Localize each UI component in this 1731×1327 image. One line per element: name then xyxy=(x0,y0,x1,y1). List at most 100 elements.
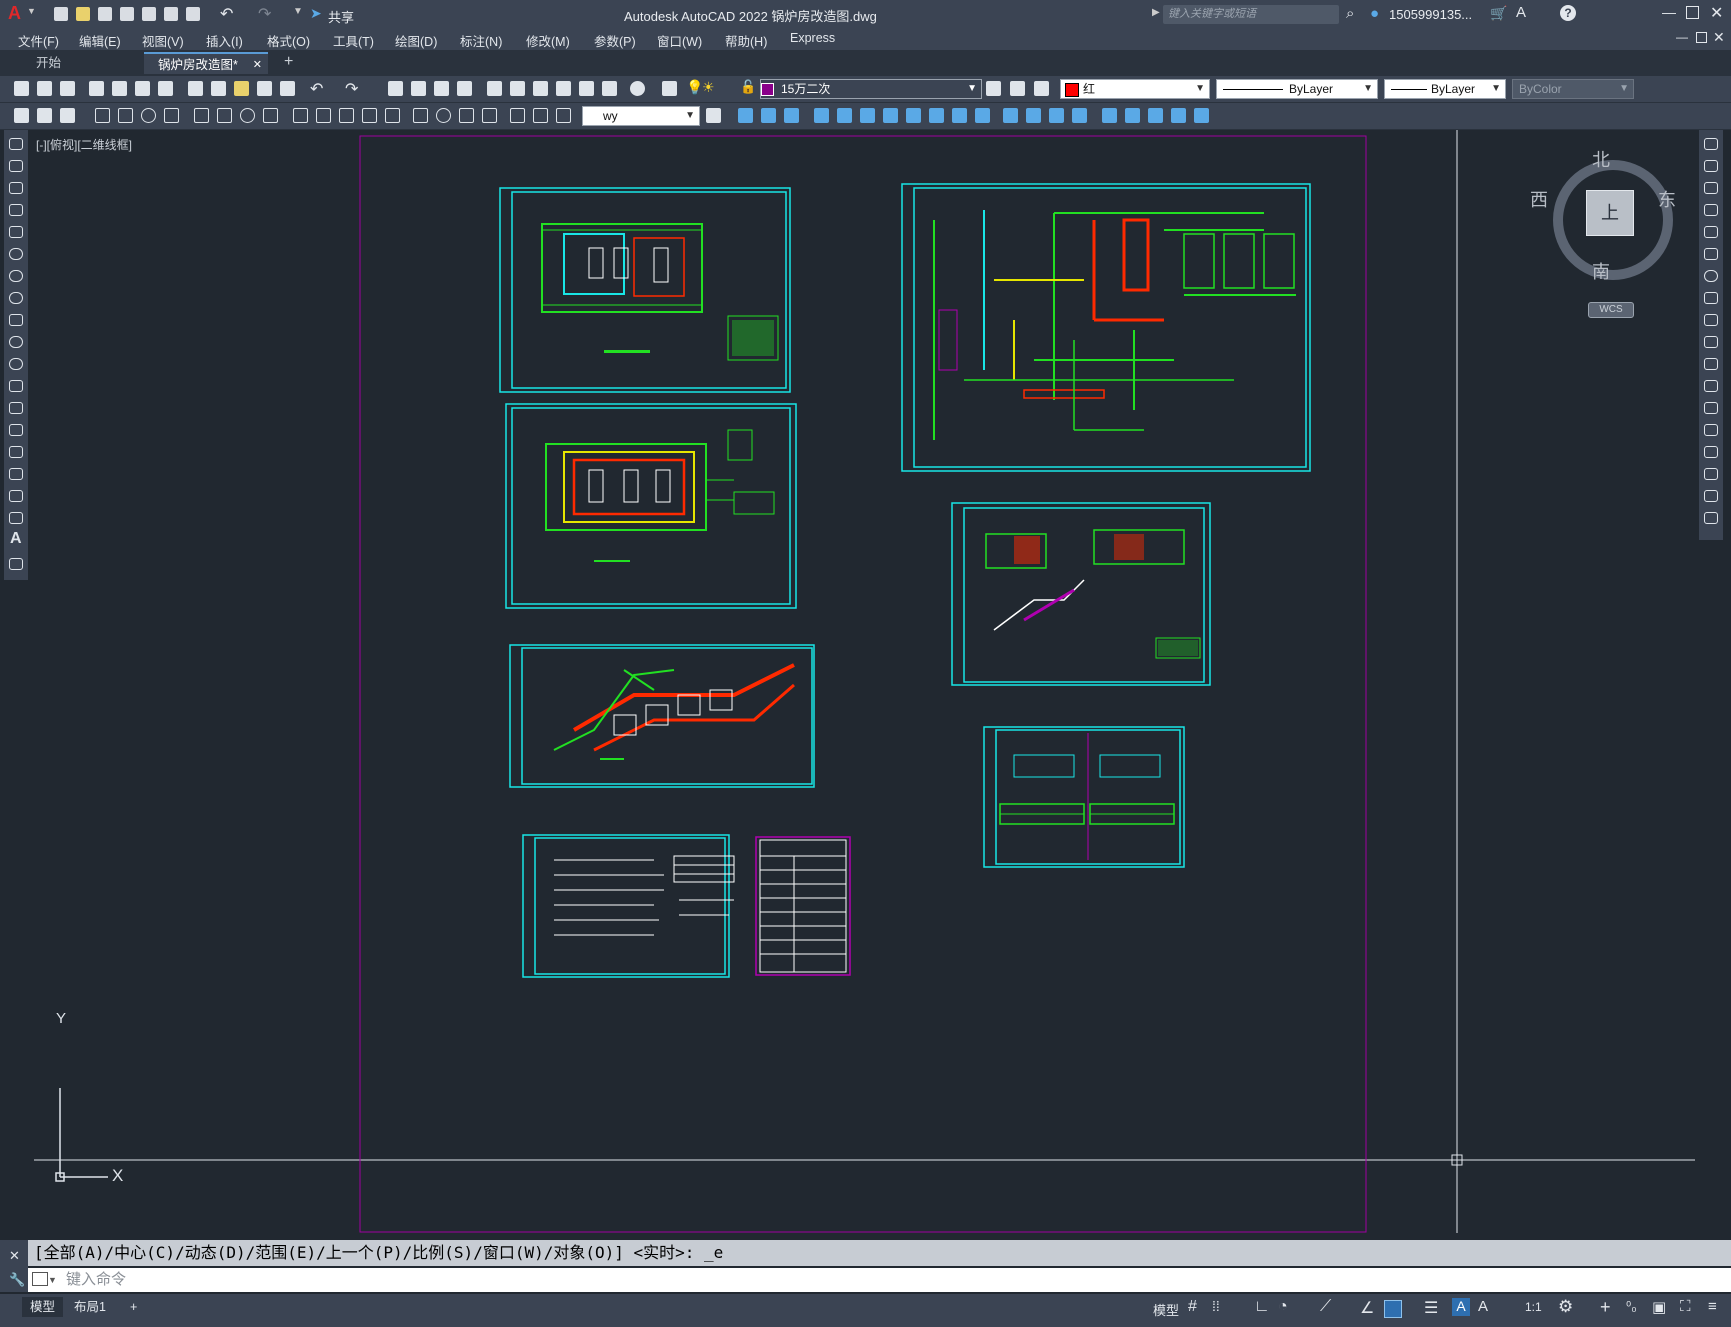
line-icon[interactable] xyxy=(9,138,23,150)
gradient-icon[interactable] xyxy=(9,468,23,480)
color-dropdown[interactable]: 红 ▼ xyxy=(1060,79,1210,99)
properties-icon[interactable] xyxy=(487,81,502,96)
ordinate-dim-icon[interactable] xyxy=(164,108,179,123)
revcloud-icon[interactable] xyxy=(9,292,23,304)
radius-dim-icon[interactable] xyxy=(194,108,209,123)
add-selected-icon[interactable] xyxy=(9,558,23,570)
app-menu-arrow-icon[interactable]: ▼ xyxy=(27,6,36,16)
modify-16-icon[interactable] xyxy=(1102,108,1117,123)
menu-modify[interactable]: 修改(M) xyxy=(526,31,570,50)
open-file-icon[interactable] xyxy=(76,7,90,21)
user-account-label[interactable]: 1505999135... xyxy=(1389,7,1472,22)
doc-minimize-icon[interactable]: — xyxy=(1676,30,1688,44)
polygon-icon[interactable] xyxy=(9,204,23,216)
modify-3-icon[interactable] xyxy=(784,108,799,123)
blend-icon[interactable] xyxy=(1704,490,1718,502)
clean-screen-icon[interactable]: ⛶ xyxy=(1680,1298,1691,1315)
sheet-set-icon[interactable] xyxy=(556,81,571,96)
linear-dim-icon[interactable] xyxy=(95,108,110,123)
command-input[interactable]: ▼ 键入命令 xyxy=(28,1268,1731,1292)
region-icon[interactable] xyxy=(9,490,23,502)
break-icon[interactable] xyxy=(1704,402,1718,414)
make-current-layer-icon[interactable] xyxy=(986,81,1001,96)
help-icon[interactable]: ? xyxy=(1560,5,1576,21)
modify-2-icon[interactable] xyxy=(761,108,776,123)
modify-6-icon[interactable] xyxy=(860,108,875,123)
polar-icon[interactable]: ◔ xyxy=(1278,1298,1288,1316)
command-prompt-icon[interactable] xyxy=(32,1272,48,1286)
menu-express[interactable]: Express xyxy=(790,31,835,45)
lineweight-dropdown[interactable]: ByLayer ▼ xyxy=(1384,79,1506,99)
annotation-visibility-icon[interactable]: A xyxy=(1452,1298,1470,1316)
modify-20-icon[interactable] xyxy=(1194,108,1209,123)
minimize-icon[interactable]: — xyxy=(1662,4,1676,20)
maximize-icon[interactable] xyxy=(1686,6,1699,19)
menu-parametric[interactable]: 参数(P) xyxy=(594,31,636,50)
quick-properties-icon[interactable]: ▣ xyxy=(1652,1298,1666,1316)
tab-close-icon[interactable]: ✕ xyxy=(253,54,262,76)
modify-19-icon[interactable] xyxy=(1171,108,1186,123)
jogged-dim-icon[interactable] xyxy=(217,108,232,123)
new-tab-button[interactable]: + xyxy=(284,53,293,71)
dim-break-icon[interactable] xyxy=(385,108,400,123)
modify-1-icon[interactable] xyxy=(738,108,753,123)
compass-east[interactable]: 东 xyxy=(1658,186,1676,212)
grid-icon[interactable]: # xyxy=(1188,1298,1197,1316)
quick-dim-icon[interactable] xyxy=(293,108,308,123)
3d-print-icon[interactable] xyxy=(158,81,173,96)
zoom-window-icon[interactable] xyxy=(434,81,449,96)
menu-edit[interactable]: 编辑(E) xyxy=(79,31,121,50)
compass-west[interactable]: 西 xyxy=(1530,186,1548,212)
search-expand-icon[interactable]: ▶ xyxy=(1152,7,1160,18)
doc-close-icon[interactable]: ✕ xyxy=(1713,29,1725,46)
mtext-icon[interactable]: A xyxy=(10,530,22,548)
isodraft-icon[interactable]: ∠ xyxy=(1360,1298,1374,1318)
compass-north[interactable]: 北 xyxy=(1592,146,1610,172)
autoscale-icon[interactable]: A xyxy=(1478,1298,1488,1315)
diameter-dim-icon[interactable] xyxy=(240,108,255,123)
open-web-icon[interactable] xyxy=(142,7,156,21)
chevron-down-icon[interactable]: ▼ xyxy=(48,1268,57,1292)
point-icon[interactable] xyxy=(9,424,23,436)
menu-tools[interactable]: 工具(T) xyxy=(333,31,374,50)
tool-1-icon[interactable] xyxy=(14,108,29,123)
modify-10-icon[interactable] xyxy=(952,108,967,123)
tab-layout1[interactable]: 布局1 xyxy=(66,1297,114,1317)
dim-style-icon[interactable] xyxy=(706,108,721,123)
plot-preview-icon[interactable] xyxy=(112,81,127,96)
linetype-dropdown[interactable]: ByLayer ▼ xyxy=(1216,79,1378,99)
angular-dim-icon[interactable] xyxy=(263,108,278,123)
plotstyle-dropdown[interactable]: ByColor ▼ xyxy=(1512,79,1634,99)
menu-window[interactable]: 窗口(W) xyxy=(657,31,702,50)
modify-17-icon[interactable] xyxy=(1125,108,1140,123)
add-layout-button[interactable]: + xyxy=(122,1297,145,1317)
doc-restore-icon[interactable] xyxy=(1696,32,1707,43)
match-prop-icon[interactable] xyxy=(257,81,272,96)
undo-icon[interactable]: ↶ xyxy=(220,4,233,24)
app-logo-icon[interactable]: A xyxy=(8,3,21,24)
construction-line-icon[interactable] xyxy=(9,160,23,172)
share-button[interactable]: 共享 xyxy=(328,7,354,26)
rectangle-icon[interactable] xyxy=(9,226,23,238)
baseline-dim-icon[interactable] xyxy=(316,108,331,123)
print-icon[interactable] xyxy=(89,81,104,96)
modify-13-icon[interactable] xyxy=(1026,108,1041,123)
share-icon[interactable]: ➤ xyxy=(310,5,322,22)
viewcube-top-face[interactable]: 上 xyxy=(1586,190,1634,236)
save-toolbar-icon[interactable] xyxy=(60,81,75,96)
layer-state-icon[interactable] xyxy=(1034,81,1049,96)
calculator-icon[interactable] xyxy=(602,81,617,96)
layer-previous-icon[interactable] xyxy=(1010,81,1025,96)
snap-icon[interactable]: ⁞⁞ xyxy=(1212,1298,1220,1314)
new-icon[interactable] xyxy=(14,81,29,96)
modify-14-icon[interactable] xyxy=(1049,108,1064,123)
paste-icon[interactable] xyxy=(234,81,249,96)
inspection-icon[interactable] xyxy=(459,108,474,123)
model-space-button[interactable]: 模型 xyxy=(1153,1300,1179,1319)
undo-toolbar-icon[interactable]: ↶ xyxy=(310,79,323,99)
break-point-icon[interactable] xyxy=(1704,380,1718,392)
annotation-monitor-icon[interactable]: + xyxy=(1600,1297,1611,1318)
modify-15-icon[interactable] xyxy=(1072,108,1087,123)
arc-length-icon[interactable] xyxy=(141,108,156,123)
jogged-linear-icon[interactable] xyxy=(482,108,497,123)
